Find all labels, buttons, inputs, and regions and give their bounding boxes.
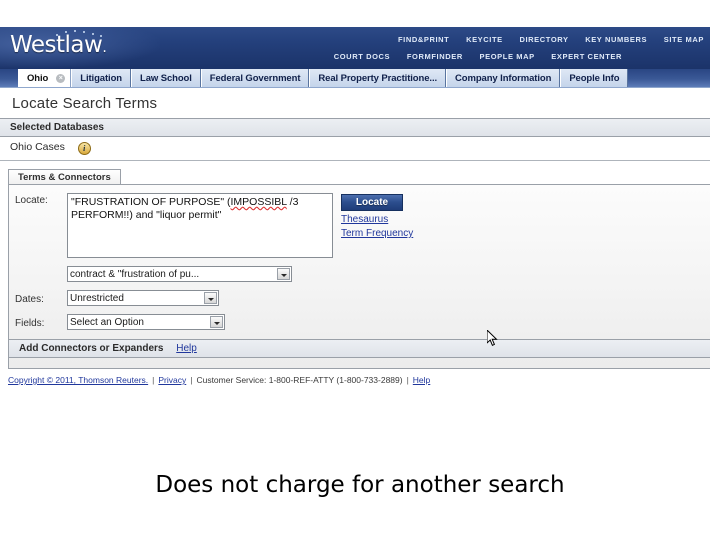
nav-site-map[interactable]: SITE MAP xyxy=(664,35,704,44)
add-connectors-bar: Add Connectors or Expanders Help xyxy=(9,339,710,358)
recent-query-select-value: contract & "frustration of pu... xyxy=(70,269,200,280)
nav-find-and-print[interactable]: FIND&PRINT xyxy=(398,35,449,44)
chevron-down-icon[interactable] xyxy=(210,316,223,328)
slide-caption: Does not charge for another search xyxy=(155,472,565,498)
tab-people-info-label: People Info xyxy=(569,73,620,84)
footer-separator-2: | xyxy=(190,375,193,385)
query-text-line-2: PERFORM!!) and "liquor permit" xyxy=(71,209,222,221)
nav-court-docs[interactable]: COURT DOCS xyxy=(334,52,390,61)
fields-label: Fields: xyxy=(15,317,45,329)
tab-strip: Ohio × Litigation Law School Federal Gover… xyxy=(0,69,710,88)
locate-button[interactable]: Locate xyxy=(341,194,403,211)
tab-federal-government[interactable]: Federal Government xyxy=(200,69,310,87)
page-content: Locate Search Terms Selected Databases O… xyxy=(0,88,710,385)
close-icon[interactable]: × xyxy=(56,74,66,83)
search-panel-wrapper: Terms & Connectors Locate: "FRUSTRATION … xyxy=(0,161,710,369)
footer-separator-3: | xyxy=(406,375,409,385)
westlaw-logo[interactable]: Westlaw. xyxy=(10,32,107,58)
nav-people-map[interactable]: PEOPLE MAP xyxy=(480,52,535,61)
nav-formfinder[interactable]: FORMFINDER xyxy=(407,52,463,61)
footer-separator-1: | xyxy=(152,375,155,385)
info-icon[interactable]: i xyxy=(77,142,91,155)
tab-ohio-label: Ohio xyxy=(27,73,49,84)
recent-query-select[interactable]: contract & "frustration of pu... xyxy=(67,266,292,282)
fields-select[interactable]: Select an Option xyxy=(67,314,225,330)
thesaurus-link[interactable]: Thesaurus xyxy=(341,214,413,225)
dates-row: Dates: Unrestricted xyxy=(9,290,710,306)
locate-label: Locate: xyxy=(15,195,48,206)
tab-company-information[interactable]: Company Information xyxy=(446,69,561,87)
locate-query-textarea[interactable]: "FRUSTRATION OF PURPOSE" (IMPOSSIBL /3 P… xyxy=(67,193,333,258)
tab-terms-and-connectors-label: Terms & Connectors xyxy=(18,172,111,183)
locate-query-row: Locate: "FRUSTRATION OF PURPOSE" (IMPOSS… xyxy=(9,193,710,258)
database-name: Ohio Cases xyxy=(10,141,65,153)
query-text-misspelled: IMPOSSIBL xyxy=(230,196,287,208)
tab-ohio[interactable]: Ohio × xyxy=(18,69,72,87)
fields-row: Fields: Select an Option xyxy=(9,314,710,330)
privacy-link[interactable]: Privacy xyxy=(158,375,186,385)
app-header: Westlaw. FIND&PRINT KEYCITE DIRECTORY KE… xyxy=(0,27,710,69)
footer-help-link[interactable]: Help xyxy=(413,375,430,385)
chevron-down-icon[interactable] xyxy=(204,292,217,304)
locate-actions: Locate Thesaurus Term Frequency xyxy=(341,193,413,239)
slide-canvas: Westlaw. FIND&PRINT KEYCITE DIRECTORY KE… xyxy=(0,0,720,540)
tab-litigation[interactable]: Litigation xyxy=(71,69,131,87)
tab-law-school-label: Law School xyxy=(140,73,192,84)
nav-expert-center[interactable]: EXPERT CENTER xyxy=(551,52,622,61)
dates-label: Dates: xyxy=(15,293,44,305)
tab-company-information-label: Company Information xyxy=(455,73,552,84)
tab-people-info[interactable]: People Info xyxy=(560,69,629,87)
nav-directory[interactable]: DIRECTORY xyxy=(519,35,568,44)
customer-service-text: Customer Service: 1-800-REF-ATTY (1-800-… xyxy=(196,375,403,385)
top-nav-row-1: FIND&PRINT KEYCITE DIRECTORY KEY NUMBERS… xyxy=(384,35,704,44)
top-nav-row-2: COURT DOCS FORMFINDER PEOPLE MAP EXPERT … xyxy=(320,52,622,61)
tab-terms-and-connectors[interactable]: Terms & Connectors xyxy=(8,169,121,185)
tab-law-school[interactable]: Law School xyxy=(131,69,201,87)
chevron-down-icon[interactable] xyxy=(277,268,290,280)
tab-real-property-label: Real Property Practitione... xyxy=(318,73,438,84)
recent-query-row: contract & "frustration of pu... xyxy=(9,266,710,282)
dates-select[interactable]: Unrestricted xyxy=(67,290,219,306)
tab-real-property-practitioner[interactable]: Real Property Practitione... xyxy=(309,69,447,87)
dates-select-value: Unrestricted xyxy=(70,293,124,304)
westlaw-application: Westlaw. FIND&PRINT KEYCITE DIRECTORY KE… xyxy=(0,27,710,385)
term-frequency-link[interactable]: Term Frequency xyxy=(341,228,413,239)
page-title: Locate Search Terms xyxy=(12,95,158,112)
tab-litigation-label: Litigation xyxy=(80,73,122,84)
search-subtab-row: Terms & Connectors xyxy=(8,167,710,185)
query-text-part-2: /3 xyxy=(286,196,299,208)
query-text-part-1: "FRUSTRATION OF PURPOSE" ( xyxy=(71,196,231,208)
fields-select-value: Select an Option xyxy=(70,317,144,328)
nav-key-numbers[interactable]: KEY NUMBERS xyxy=(585,35,647,44)
add-connectors-label: Add Connectors or Expanders xyxy=(19,343,164,354)
westlaw-logo-dot: . xyxy=(102,40,107,56)
selected-databases-header: Selected Databases xyxy=(0,118,710,137)
connectors-help-link[interactable]: Help xyxy=(176,343,197,354)
westlaw-logo-text: Westlaw xyxy=(10,32,103,58)
tab-federal-government-label: Federal Government xyxy=(209,73,301,84)
search-panel: Locate: "FRUSTRATION OF PURPOSE" (IMPOSS… xyxy=(8,184,710,369)
nav-keycite[interactable]: KEYCITE xyxy=(466,35,503,44)
footer-copyright: Copyright © 2011, Thomson Reuters. | Priva… xyxy=(0,369,710,385)
copyright-link[interactable]: Copyright © 2011, Thomson Reuters. xyxy=(8,375,148,385)
selected-database-row: Ohio Cases i xyxy=(0,137,710,161)
